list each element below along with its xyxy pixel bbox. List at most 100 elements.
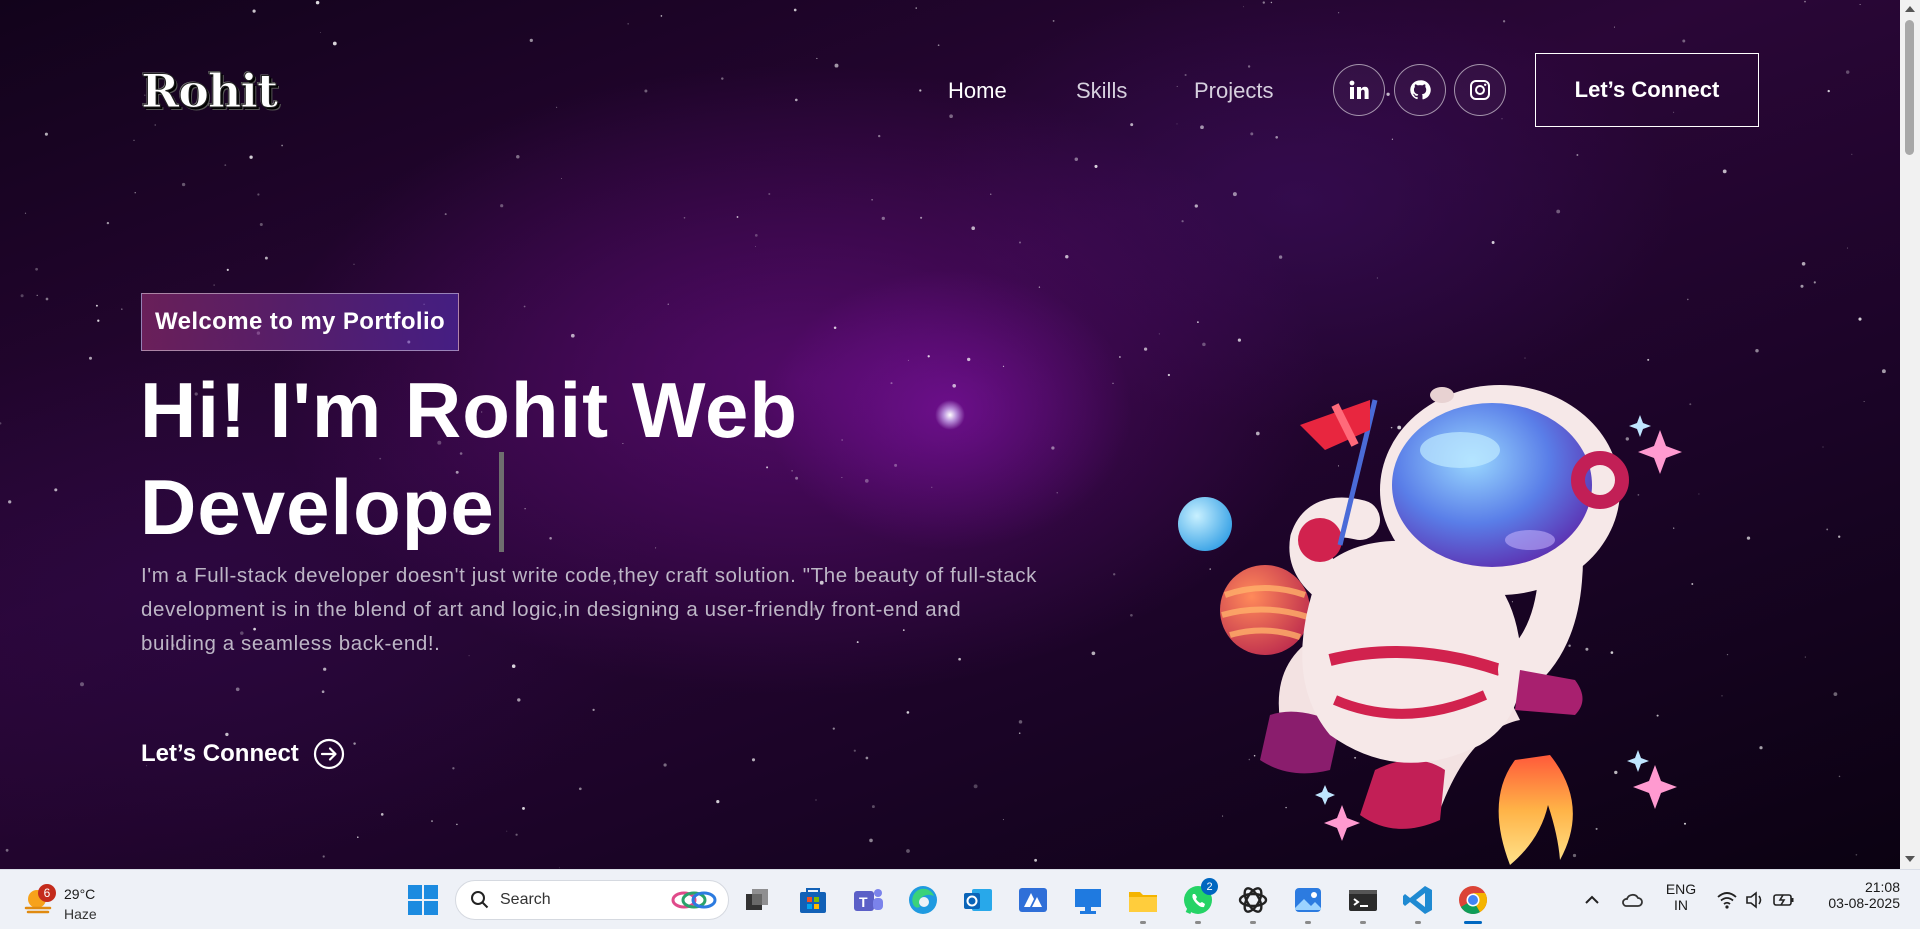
taskbar-search[interactable]: Search [455, 880, 729, 920]
terminal-running-indicator [1360, 921, 1366, 924]
star [5, 848, 9, 852]
nav-link-home[interactable]: Home [948, 78, 1007, 104]
star [721, 77, 724, 80]
scroll-up-arrow-icon[interactable] [1905, 6, 1915, 12]
task-view-icon[interactable] [740, 882, 776, 918]
terminal-icon[interactable] [1345, 882, 1381, 918]
star [224, 164, 227, 167]
language-indicator[interactable]: ENG IN [1664, 881, 1698, 913]
star [1065, 255, 1069, 259]
star [853, 749, 856, 752]
page-scrollbar[interactable] [1900, 0, 1920, 869]
star [736, 216, 739, 218]
star [1247, 65, 1251, 68]
star [380, 813, 384, 816]
star [1052, 19, 1055, 22]
star [264, 256, 268, 260]
star [871, 199, 873, 201]
search-placeholder: Search [500, 891, 551, 908]
star [1524, 357, 1526, 359]
star [906, 849, 910, 853]
star [1682, 39, 1686, 43]
clock-date: 03-08-2025 [1828, 895, 1900, 911]
file-explorer-icon[interactable] [1125, 882, 1161, 918]
microsoft-store-icon[interactable] [795, 882, 831, 918]
star [906, 711, 910, 714]
wifi-icon[interactable] [1716, 889, 1738, 911]
chatgpt-icon[interactable] [1235, 882, 1271, 918]
azure-icon[interactable] [1015, 882, 1051, 918]
star [431, 820, 433, 823]
star [1838, 775, 1841, 778]
linkedin-icon [1349, 80, 1369, 99]
star [322, 855, 325, 858]
star [1647, 358, 1650, 361]
photos-running-indicator [1305, 921, 1311, 924]
star [949, 114, 953, 119]
star [1019, 241, 1021, 244]
star [357, 836, 359, 838]
scroll-down-arrow-icon[interactable] [1905, 856, 1915, 862]
star [1113, 573, 1116, 576]
star [133, 139, 135, 141]
star [881, 216, 885, 221]
star [1232, 192, 1237, 197]
nav-link-projects[interactable]: Projects [1194, 78, 1273, 104]
chrome-icon[interactable] [1455, 882, 1491, 918]
teams-icon[interactable]: T [850, 882, 886, 918]
star [1759, 746, 1763, 750]
site-logo[interactable]: Rohit [140, 64, 278, 119]
star [1094, 164, 1098, 168]
chevron-up-icon[interactable] [1582, 890, 1602, 910]
star [1813, 281, 1816, 284]
language-region: IN [1674, 897, 1688, 913]
star [683, 217, 686, 219]
star [667, 303, 669, 305]
star [44, 132, 48, 136]
outlook-icon[interactable] [960, 882, 996, 918]
windows-start-icon[interactable] [405, 882, 441, 918]
nav-link-skills[interactable]: Skills [1076, 78, 1127, 104]
language-code: ENG [1665, 881, 1697, 897]
star [561, 178, 563, 179]
todo-icon[interactable] [1070, 882, 1106, 918]
star [1270, 1, 1273, 4]
onedrive-icon[interactable] [1620, 888, 1644, 912]
star [523, 305, 526, 308]
star [1746, 536, 1751, 540]
github-button[interactable] [1394, 64, 1446, 116]
instagram-button[interactable] [1454, 64, 1506, 116]
star [8, 500, 12, 504]
photos-icon[interactable] [1290, 882, 1326, 918]
lets-connect-button[interactable]: Let’s Connect [1535, 53, 1759, 127]
hero-connect-link[interactable]: Let’s Connect [141, 738, 345, 770]
star [1491, 241, 1495, 244]
star [915, 7, 917, 9]
star [1827, 89, 1830, 93]
star [1130, 613, 1133, 617]
weather-widget[interactable]: 6 29°C Haze [22, 878, 132, 922]
star [834, 63, 839, 68]
edge-icon[interactable] [905, 882, 941, 918]
star [506, 830, 508, 832]
star [226, 268, 229, 271]
vscode-icon[interactable] [1400, 882, 1436, 918]
scroll-thumb[interactable] [1905, 20, 1914, 155]
star [252, 9, 256, 13]
star [1801, 261, 1806, 266]
battery-charging-icon[interactable] [1772, 889, 1796, 911]
clock[interactable]: 21:08 03-08-2025 [1814, 879, 1900, 911]
star [35, 267, 38, 271]
star [755, 246, 756, 248]
linkedin-button[interactable] [1333, 64, 1385, 116]
star [515, 833, 518, 836]
star [1242, 6, 1244, 8]
search-icon [471, 891, 489, 909]
star [1721, 695, 1723, 697]
star [1800, 284, 1804, 288]
volume-icon[interactable] [1744, 889, 1766, 911]
star [259, 223, 263, 226]
star [500, 204, 504, 208]
star [871, 805, 875, 809]
star [257, 193, 260, 196]
